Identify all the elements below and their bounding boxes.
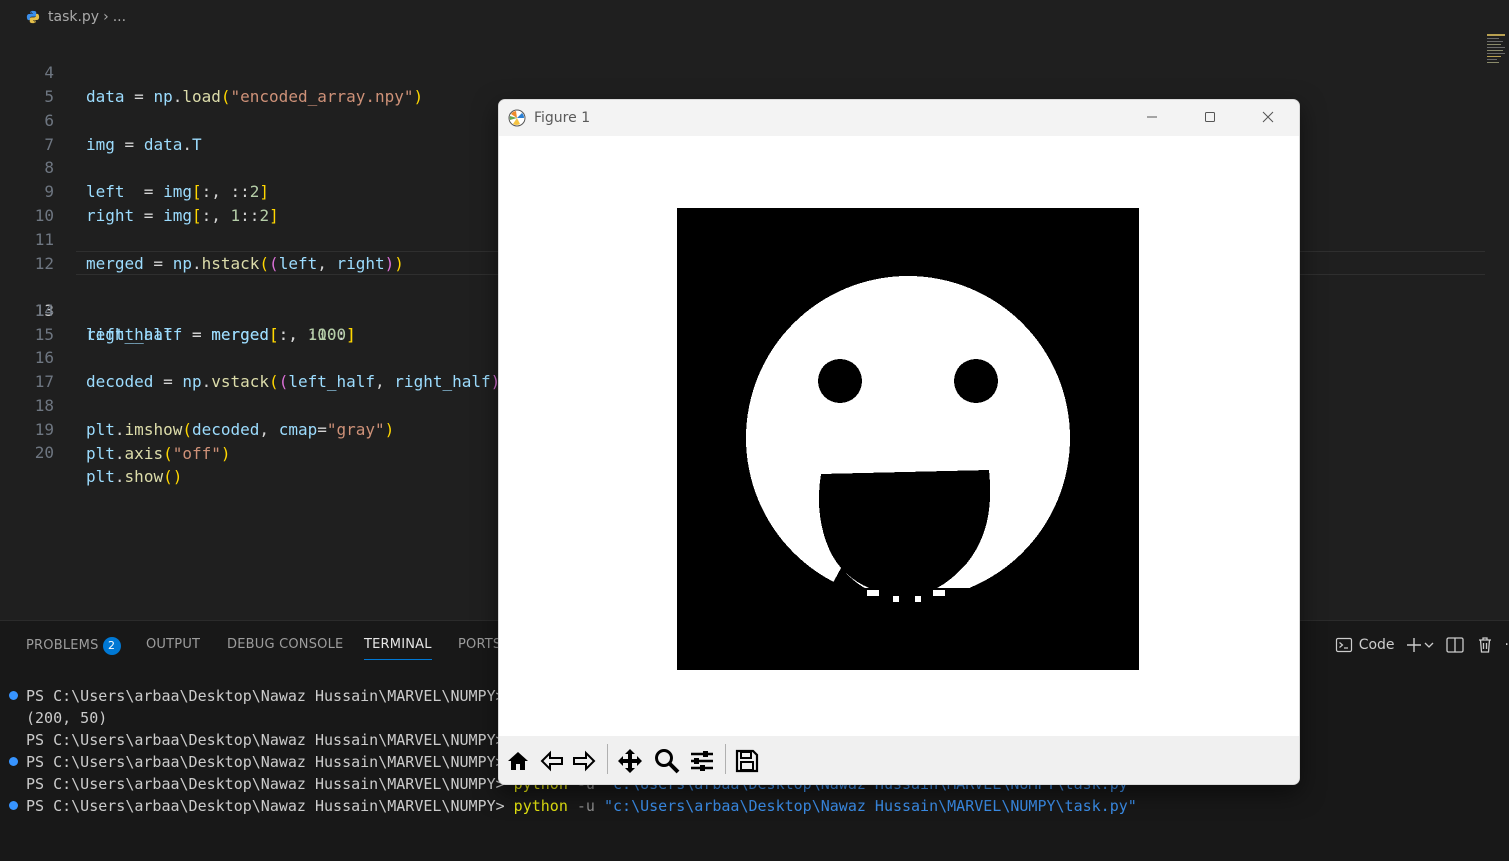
command-status-dot-icon: [9, 691, 18, 700]
tab-output[interactable]: OUTPUT: [146, 637, 200, 652]
back-button[interactable]: [537, 746, 567, 776]
line-number: 20: [34, 443, 54, 462]
code-text: plt.show(): [86, 467, 183, 486]
python-file-icon: [26, 10, 40, 24]
terminal-line: PS C:\Users\arbaa\Desktop\Nawaz Hussain\…: [9, 685, 505, 707]
figure-toolbar: [499, 736, 1299, 784]
pan-button[interactable]: [615, 746, 645, 776]
configure-subplots-button[interactable]: [687, 746, 717, 776]
tab-terminal[interactable]: TERMINAL: [364, 637, 432, 660]
close-icon: [1262, 111, 1274, 123]
configure-subplots-icon: [691, 751, 713, 771]
new-terminal-button[interactable]: [1405, 636, 1435, 654]
breadcrumb: task.py › ...: [0, 0, 1509, 34]
save-button[interactable]: [732, 746, 762, 776]
home-button[interactable]: [503, 746, 533, 776]
smiley-face-image: [677, 276, 1139, 670]
tab-ports[interactable]: PORTS: [458, 637, 501, 652]
back-arrow-icon: [540, 750, 563, 772]
toolbar-separator: [607, 744, 608, 774]
terminal-line: PS C:\Users\arbaa\Desktop\Nawaz Hussain\…: [9, 751, 505, 773]
pan-icon: [618, 749, 642, 773]
breadcrumb-file[interactable]: task.py: [48, 9, 99, 25]
maximize-icon: [1205, 112, 1215, 122]
code-line[interactable]: 4 data = np.load("encoded_array.npy"): [0, 37, 1509, 106]
terminal-line: PS C:\Users\arbaa\Desktop\Nawaz Hussain\…: [26, 731, 505, 749]
split-terminal-icon[interactable]: [1445, 635, 1465, 655]
code-text: plt.axis("off"): [86, 444, 231, 463]
terminal-profile-button[interactable]: Code: [1335, 636, 1395, 654]
forward-button[interactable]: [569, 746, 599, 776]
problems-count-badge: 2: [102, 637, 121, 655]
minimize-icon: [1147, 116, 1157, 118]
save-icon: [735, 749, 759, 773]
matplotlib-logo-icon: [508, 109, 526, 127]
figure-window[interactable]: Figure 1: [498, 99, 1300, 785]
figure-titlebar[interactable]: Figure 1: [499, 100, 1299, 136]
chevron-down-icon: [1424, 642, 1434, 648]
trash-icon[interactable]: [1475, 635, 1495, 655]
command-status-dot-icon: [9, 757, 18, 766]
toolbar-separator: [725, 744, 726, 774]
forward-arrow-icon: [573, 750, 596, 772]
tab-debug-console[interactable]: DEBUG CONSOLE: [227, 637, 343, 652]
home-icon: [508, 752, 528, 770]
image-plot: [677, 208, 1139, 670]
terminal-line: PS C:\Users\arbaa\Desktop\Nawaz Hussain\…: [9, 795, 1137, 817]
breadcrumb-more[interactable]: ...: [113, 9, 126, 25]
plus-icon: [1406, 638, 1421, 652]
tab-problems[interactable]: PROBLEMS 2: [26, 637, 121, 655]
zoom-icon: [655, 749, 680, 774]
panel-actions: Code ·: [1335, 631, 1509, 659]
maximize-button[interactable]: [1181, 100, 1239, 134]
terminal-profile-label: Code: [1358, 637, 1395, 653]
minimize-button[interactable]: [1123, 100, 1181, 134]
more-actions-icon[interactable]: ·: [1505, 637, 1509, 653]
code-line[interactable]: 5: [0, 61, 1509, 106]
command-status-dot-icon: [9, 801, 18, 810]
breadcrumb-separator-icon: ›: [103, 9, 109, 25]
close-button[interactable]: [1239, 100, 1297, 134]
figure-title: Figure 1: [534, 110, 591, 126]
zoom-button[interactable]: [652, 746, 682, 776]
terminal-line: (200, 50): [26, 709, 108, 727]
figure-canvas[interactable]: [499, 136, 1299, 736]
terminal-icon: [1335, 637, 1352, 653]
